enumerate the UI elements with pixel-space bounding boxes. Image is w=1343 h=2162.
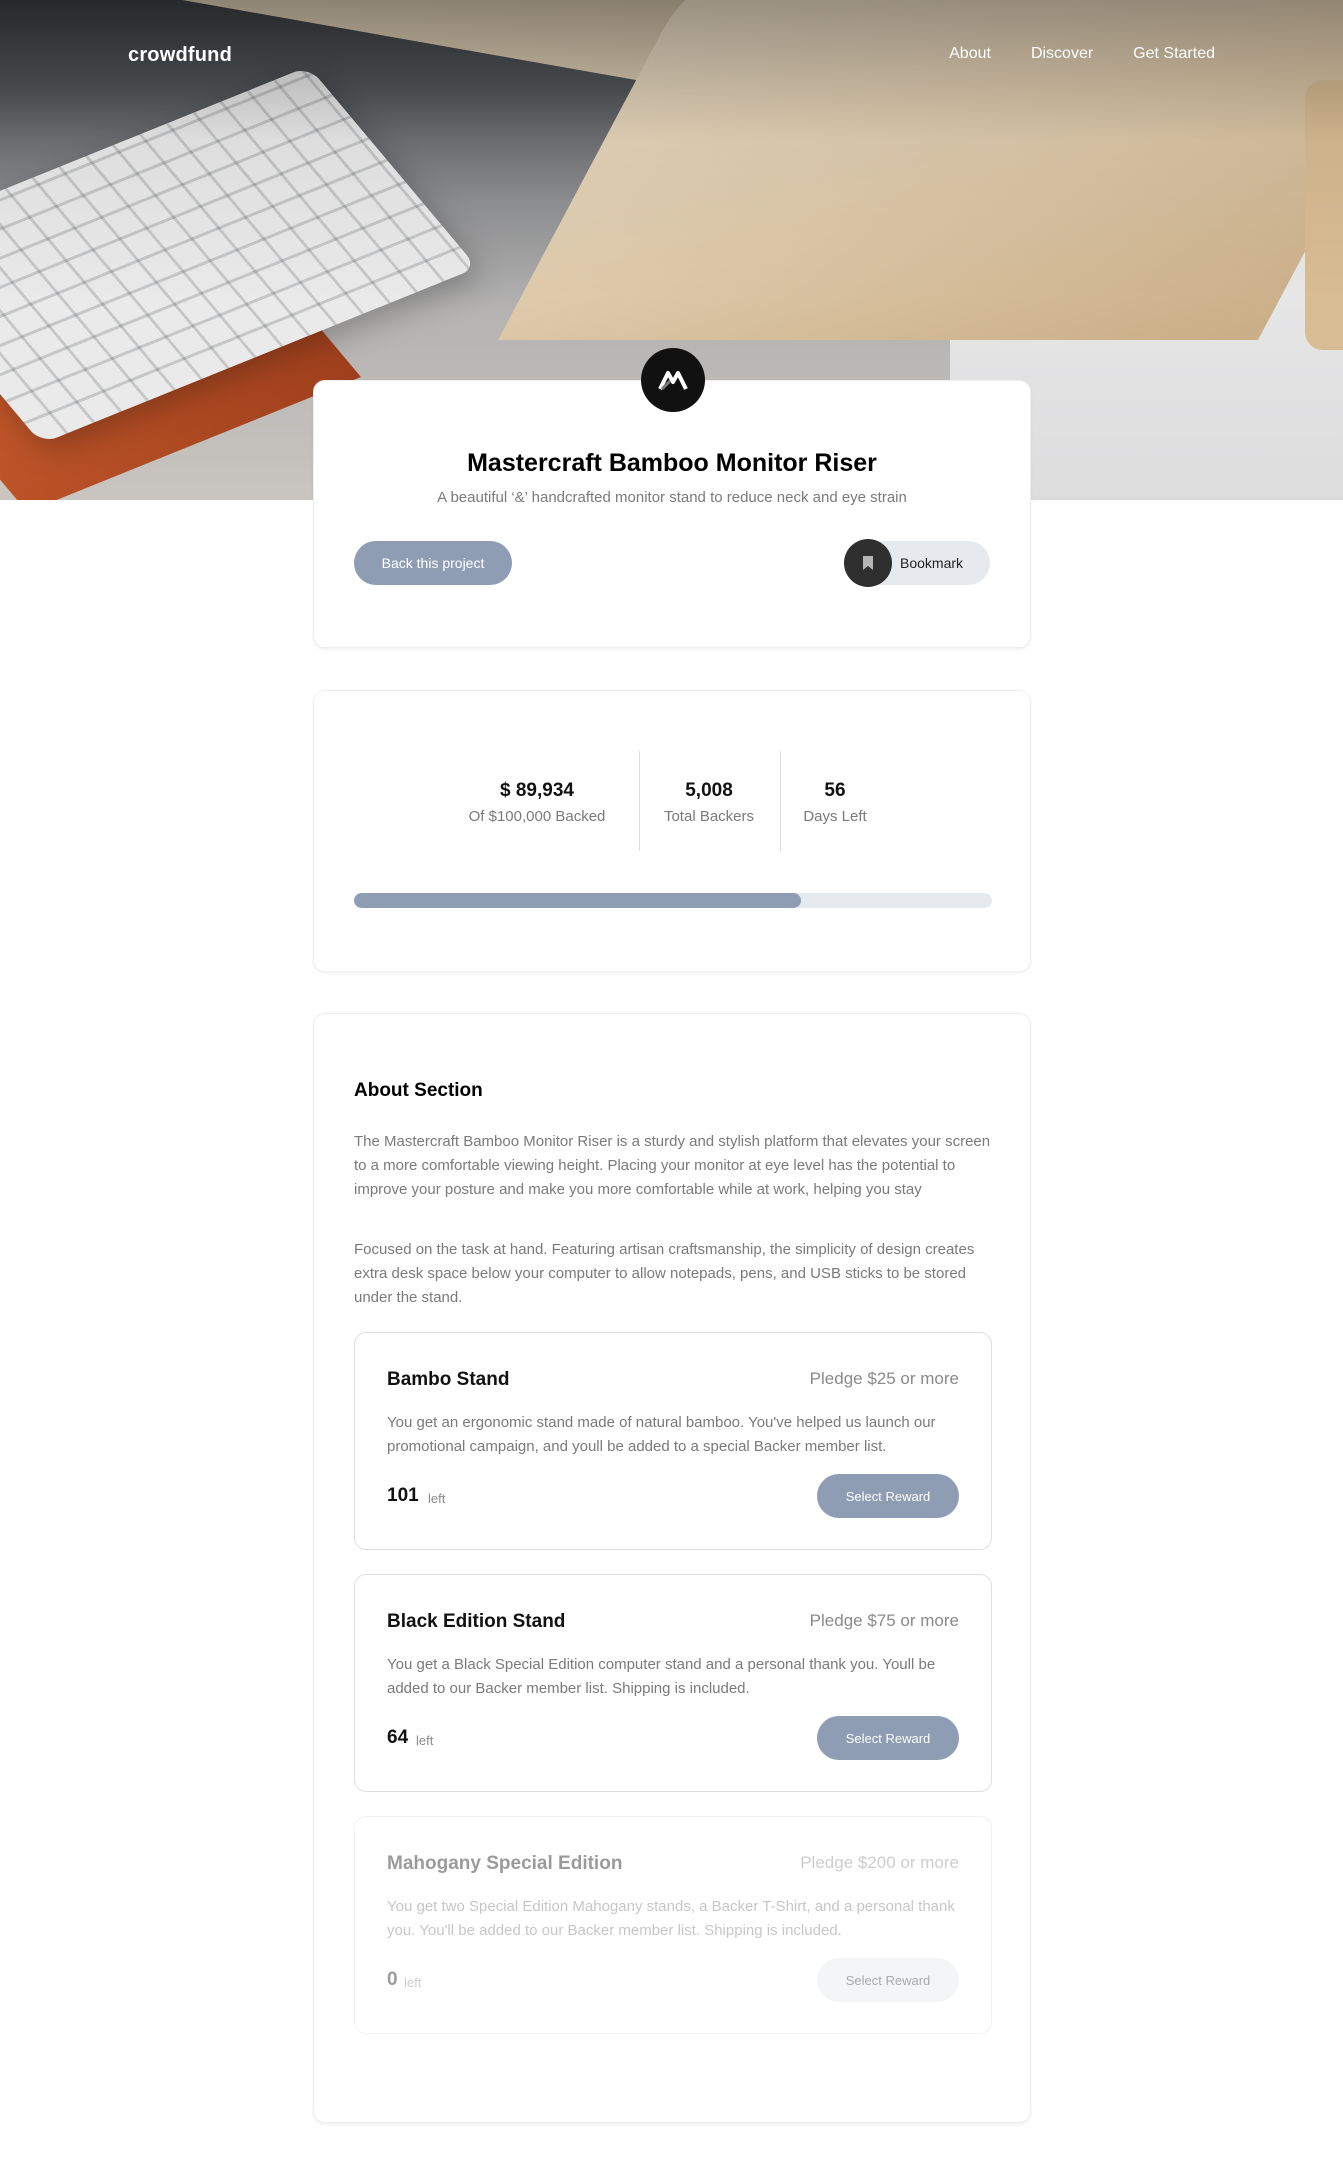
stat-backers-label: Total Backers	[663, 808, 755, 825]
stat-backed-label: Of $100,000 Backed	[468, 808, 606, 825]
reward-name: Mahogany Special Edition	[387, 1853, 623, 1874]
nav-link-about[interactable]: About	[949, 45, 991, 63]
stat-divider	[780, 751, 781, 851]
reward-pledge: Pledge $200 or more	[800, 1853, 959, 1872]
stat-days-count: 56	[824, 780, 846, 801]
reward-card-disabled: Mahogany Special Edition Pledge $200 or …	[354, 1816, 992, 2034]
select-reward-button[interactable]: Select Reward	[817, 1716, 959, 1760]
stats-card: $ 89,934 Of $100,000 Backed 5,008 Total …	[313, 690, 1031, 972]
about-paragraph: Focused on the task at hand. Featuring a…	[354, 1241, 975, 1306]
back-project-button[interactable]: Back this project	[354, 541, 512, 585]
reward-count: 64	[387, 1727, 409, 1748]
reward-description: You get an ergonomic stand made of natur…	[387, 1414, 936, 1455]
project-card: Mastercraft Bamboo Monitor Riser A beaut…	[313, 348, 1031, 648]
bookmark-label: Bookmark	[900, 555, 964, 571]
funding-progress-bar	[354, 893, 992, 908]
nav-links: About Discover Get Started	[949, 45, 1215, 63]
reward-name: Bambo Stand	[387, 1369, 510, 1390]
stat-divider	[639, 751, 640, 851]
stat-backers: 5,008 Total Backers	[639, 751, 779, 851]
about-paragraph: The Mastercraft Bamboo Monitor Riser is …	[354, 1133, 991, 1198]
reward-count: 0	[387, 1969, 398, 1990]
reward-name: Black Edition Stand	[387, 1611, 566, 1632]
site-logo[interactable]: crowdfund	[128, 44, 232, 67]
nav-link-get-started[interactable]: Get Started	[1133, 45, 1215, 63]
select-reward-button-disabled[interactable]: Select Reward	[817, 1958, 959, 2002]
about-card: About Section The Mastercraft Bamboo Mon…	[313, 1013, 1031, 2123]
reward-card: Black Edition Stand Pledge $75 or more Y…	[354, 1574, 992, 1792]
reward-left-label: left	[416, 1733, 434, 1748]
about-title: About Section	[354, 1080, 483, 1101]
reward-description: You get a Black Special Edition computer…	[387, 1656, 936, 1697]
reward-left-label: left	[404, 1975, 422, 1990]
bookmark-icon	[844, 539, 892, 587]
reward-left-label: left	[428, 1491, 446, 1506]
bookmark-button[interactable]: Bookmark	[844, 539, 990, 587]
stat-backers-count: 5,008	[685, 780, 733, 801]
m-logo-icon	[641, 348, 705, 412]
top-nav: crowdfund About Discover Get Started	[0, 0, 1343, 110]
funding-progress-fill	[354, 893, 801, 908]
stat-days: 56 Days Left	[779, 751, 891, 851]
nav-link-discover[interactable]: Discover	[1031, 45, 1093, 63]
reward-card: Bambo Stand Pledge $25 or more You get a…	[354, 1332, 992, 1550]
stat-backed-amount: $ 89,934	[500, 780, 574, 801]
reward-description: You get two Special Edition Mahogany sta…	[387, 1898, 955, 1939]
reward-pledge: Pledge $75 or more	[809, 1611, 959, 1630]
stat-backed: $ 89,934 Of $100,000 Backed	[462, 751, 612, 851]
stats-row: $ 89,934 Of $100,000 Backed 5,008 Total …	[314, 751, 1030, 851]
stat-days-label: Days Left	[803, 808, 867, 825]
project-title: Mastercraft Bamboo Monitor Riser	[467, 449, 877, 477]
reward-count: 101	[387, 1485, 419, 1506]
select-reward-button[interactable]: Select Reward	[817, 1474, 959, 1518]
reward-pledge: Pledge $25 or more	[809, 1369, 959, 1388]
project-subtitle: A beautiful ‘&’ handcrafted monitor stan…	[437, 489, 907, 506]
